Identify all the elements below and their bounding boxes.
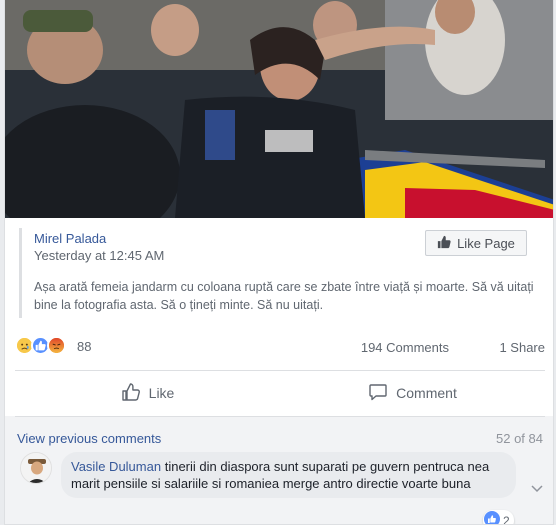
like-reaction-icon: [484, 511, 500, 524]
comment-like-count: 2: [503, 513, 510, 525]
facebook-post-card: Mirel Palada Yesterday at 12:45 AM Like …: [4, 0, 554, 525]
comment-button[interactable]: Comment: [280, 372, 545, 414]
post-photo[interactable]: [5, 0, 553, 218]
commenter-name-link[interactable]: Vasile Duluman: [71, 459, 161, 474]
post-timestamp[interactable]: Yesterday at 12:45 AM: [34, 248, 164, 263]
commenter-avatar[interactable]: [20, 452, 52, 484]
reaction-count[interactable]: 88: [77, 339, 91, 354]
reactions-bar: 88 194 Comments 1 Share: [15, 336, 545, 360]
angry-reaction-icon: [47, 336, 66, 355]
like-page-button[interactable]: Like Page: [425, 230, 527, 256]
shares-count-link[interactable]: 1 Share: [499, 340, 545, 355]
post-author-link[interactable]: Mirel Palada: [34, 231, 106, 246]
crowd-photo-illustration: [5, 0, 553, 218]
comment-bubble: Vasile Duluman tinerii din diaspora sunt…: [61, 452, 516, 498]
thumbs-up-outline-icon: [121, 382, 141, 405]
comments-page-count: 52 of 84: [496, 431, 543, 446]
like-page-label: Like Page: [457, 235, 515, 251]
view-previous-comments-link[interactable]: View previous comments: [17, 431, 161, 446]
shared-post-attribution: Mirel Palada Yesterday at 12:45 AM Like …: [19, 228, 541, 318]
divider: [15, 416, 545, 417]
comments-count-link[interactable]: 194 Comments: [361, 340, 449, 355]
comment-bubble-icon: [368, 382, 388, 405]
like-label: Like: [148, 385, 175, 401]
post-text: Așa arată femeia jandarm cu coloana rupt…: [34, 280, 534, 312]
divider: [15, 370, 545, 371]
reaction-icons[interactable]: [15, 336, 66, 355]
comment-label: Comment: [396, 385, 457, 401]
thumbs-up-icon: [437, 235, 451, 252]
like-button[interactable]: Like: [15, 372, 280, 414]
comment-like-badge[interactable]: 2: [483, 510, 514, 525]
chevron-down-icon[interactable]: [531, 480, 543, 498]
post-actions: Like Comment: [15, 372, 545, 414]
comments-section: View previous comments 52 of 84 Vasile D…: [5, 416, 553, 525]
